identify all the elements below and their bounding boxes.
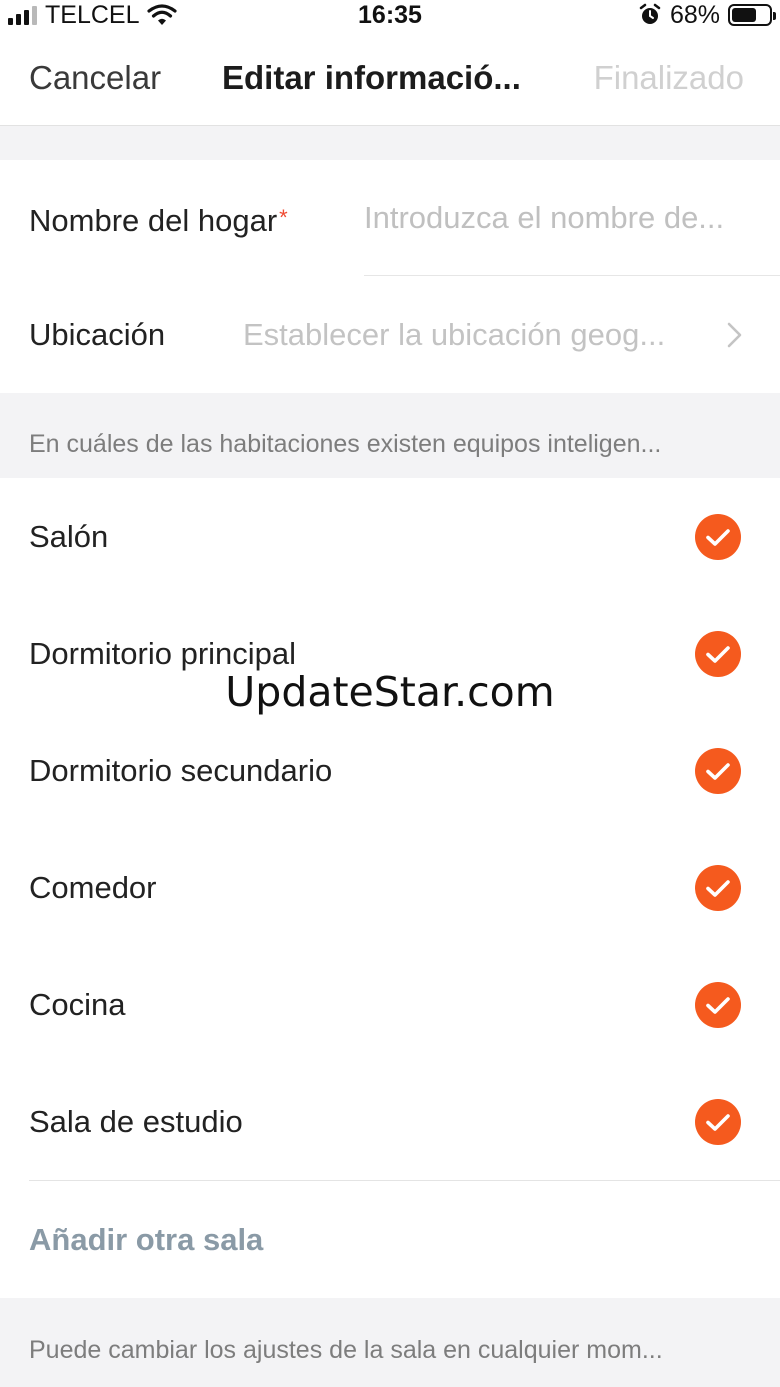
required-mark: *	[279, 205, 288, 230]
location-row[interactable]: Ubicación Establecer la ubicación geog..…	[0, 277, 780, 393]
done-button[interactable]: Finalizado	[594, 30, 744, 126]
chevron-right-icon	[727, 322, 742, 348]
battery-fill	[732, 8, 757, 22]
room-label: Salón	[29, 519, 109, 554]
check-circle-icon[interactable]	[695, 748, 741, 794]
status-right: 68%	[638, 0, 776, 30]
room-label: Sala de estudio	[29, 1104, 243, 1139]
home-name-input[interactable]	[364, 186, 764, 250]
check-circle-icon[interactable]	[695, 982, 741, 1028]
watermark: UpdateStar.com	[225, 668, 555, 716]
room-item[interactable]: Comedor	[0, 829, 780, 946]
rooms-hint: En cuáles de las habitaciones existen eq…	[29, 430, 662, 458]
location-value: Establecer la ubicación geog...	[243, 317, 666, 352]
check-circle-icon[interactable]	[695, 1099, 741, 1145]
alarm-icon	[639, 3, 661, 24]
room-item[interactable]: Cocina	[0, 946, 780, 1063]
status-bar: TELCEL 16:35 68%	[0, 0, 780, 30]
cancel-button[interactable]: Cancelar	[29, 30, 161, 126]
battery-icon	[728, 4, 776, 26]
home-name-row: Nombre del hogar*	[0, 160, 780, 276]
room-label: Cocina	[29, 987, 126, 1022]
room-label: Comedor	[29, 870, 157, 905]
home-info-form: Nombre del hogar* Ubicación Establecer l…	[0, 160, 780, 393]
room-item[interactable]: Salón	[0, 478, 780, 595]
location-label: Ubicación	[29, 317, 166, 352]
room-item[interactable]: Sala de estudio	[0, 1063, 780, 1180]
room-item[interactable]: Dormitorio secundario	[0, 712, 780, 829]
check-circle-icon[interactable]	[695, 514, 741, 560]
rooms-list: Salón Dormitorio principal Dormitorio se…	[0, 478, 780, 1298]
page-title: Editar informació...	[222, 59, 521, 96]
home-name-label: Nombre del hogar*	[29, 203, 288, 238]
input-underline	[364, 275, 780, 276]
battery-percent: 68%	[669, 0, 720, 29]
footer-hint: Puede cambiar los ajustes de la sala en …	[29, 1336, 663, 1364]
add-room-button[interactable]: Añadir otra sala	[29, 1181, 263, 1298]
check-circle-icon[interactable]	[695, 865, 741, 911]
nav-bar: Cancelar Editar informació... Finalizado	[0, 30, 780, 126]
room-label: Dormitorio secundario	[29, 753, 333, 788]
